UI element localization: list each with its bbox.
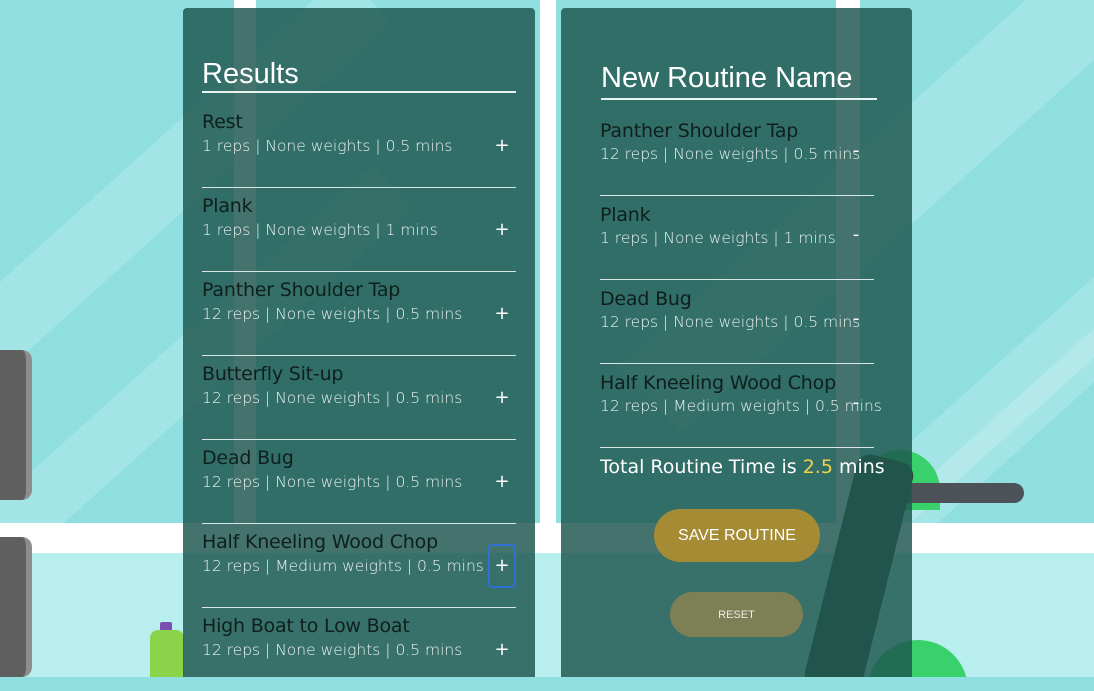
exercise-name: Dead Bug — [600, 288, 692, 310]
remove-exercise-button[interactable]: - — [846, 136, 866, 166]
total-prefix: Total Routine Time is — [600, 456, 797, 478]
exercise-name: Panther Shoulder Tap — [600, 120, 799, 142]
list-item: Rest 1 reps | None weights | 0.5 mins + — [202, 104, 516, 188]
list-item: Plank 1 reps | None weights | 1 mins + — [202, 188, 516, 272]
exercise-details: 12 reps | None weights | 0.5 mins — [202, 641, 463, 659]
add-exercise-button[interactable]: + — [488, 376, 516, 420]
add-exercise-button[interactable]: + — [488, 124, 516, 168]
add-exercise-button[interactable]: + — [488, 208, 516, 252]
results-panel: Results Rest 1 reps | None weights | 0.5… — [183, 8, 535, 677]
exercise-name: Panther Shoulder Tap — [202, 279, 401, 301]
list-item: Plank 1 reps | None weights | 1 mins - — [600, 196, 874, 280]
save-routine-button[interactable]: SAVE ROUTINE — [654, 509, 820, 562]
total-suffix: mins — [838, 456, 885, 478]
list-item: High Boat to Low Boat 12 reps | None wei… — [202, 608, 516, 691]
exercise-details: 1 reps | None weights | 1 mins — [600, 229, 836, 247]
remove-exercise-button[interactable]: - — [846, 304, 866, 334]
routine-panel: New Routine Name Panther Shoulder Tap 12… — [561, 8, 912, 677]
exercise-name: Plank — [600, 204, 651, 226]
weight-plate-icon — [0, 537, 32, 677]
exercise-name: Plank — [202, 195, 253, 217]
list-item: Panther Shoulder Tap 12 reps | None weig… — [600, 112, 874, 196]
results-list: Rest 1 reps | None weights | 0.5 mins + … — [202, 104, 516, 691]
add-exercise-button[interactable]: + — [488, 292, 516, 336]
list-item: Half Kneeling Wood Chop 12 reps | Medium… — [202, 524, 516, 608]
exercise-details: 12 reps | None weights | 0.5 mins — [202, 473, 463, 491]
gym-background — [0, 0, 1094, 677]
weight-plate-icon — [0, 350, 32, 500]
exercise-details: 12 reps | None weights | 0.5 mins — [202, 389, 463, 407]
add-exercise-button[interactable]: + — [488, 544, 516, 588]
exercise-details: 12 reps | Medium weights | 0.5 mins — [600, 397, 882, 415]
list-item: Dead Bug 12 reps | None weights | 0.5 mi… — [202, 440, 516, 524]
exercise-details: 1 reps | None weights | 0.5 mins — [202, 137, 453, 155]
add-exercise-button[interactable]: + — [488, 628, 516, 672]
add-exercise-button[interactable]: + — [488, 460, 516, 504]
routine-list: Panther Shoulder Tap 12 reps | None weig… — [600, 112, 882, 448]
remove-exercise-button[interactable]: - — [846, 220, 866, 250]
list-item: Panther Shoulder Tap 12 reps | None weig… — [202, 272, 516, 356]
list-item: Dead Bug 12 reps | None weights | 0.5 mi… — [600, 280, 874, 364]
exercise-name: Half Kneeling Wood Chop — [600, 372, 836, 394]
exercise-details: 12 reps | None weights | 0.5 mins — [202, 305, 463, 323]
exercise-name: Rest — [202, 111, 243, 133]
exercise-name: Dead Bug — [202, 447, 294, 469]
total-value: 2.5 — [802, 456, 833, 478]
remove-exercise-button[interactable]: - — [846, 388, 866, 418]
water-bottle-icon — [150, 630, 184, 677]
exercise-name: Half Kneeling Wood Chop — [202, 531, 438, 553]
total-routine-time: Total Routine Time is 2.5 mins — [600, 456, 885, 478]
exercise-details: 12 reps | None weights | 0.5 mins — [600, 145, 861, 163]
routine-name-field[interactable]: New Routine Name — [601, 62, 877, 100]
list-item: Butterfly Sit-up 12 reps | None weights … — [202, 356, 516, 440]
results-title: Results — [202, 58, 516, 93]
list-item: Half Kneeling Wood Chop 12 reps | Medium… — [600, 364, 882, 448]
exercise-name: High Boat to Low Boat — [202, 615, 410, 637]
exercise-details: 12 reps | None weights | 0.5 mins — [600, 313, 861, 331]
exercise-name: Butterfly Sit-up — [202, 363, 344, 385]
reset-button[interactable]: RESET — [670, 592, 803, 637]
exercise-details: 12 reps | Medium weights | 0.5 mins — [202, 557, 484, 575]
exercise-details: 1 reps | None weights | 1 mins — [202, 221, 438, 239]
